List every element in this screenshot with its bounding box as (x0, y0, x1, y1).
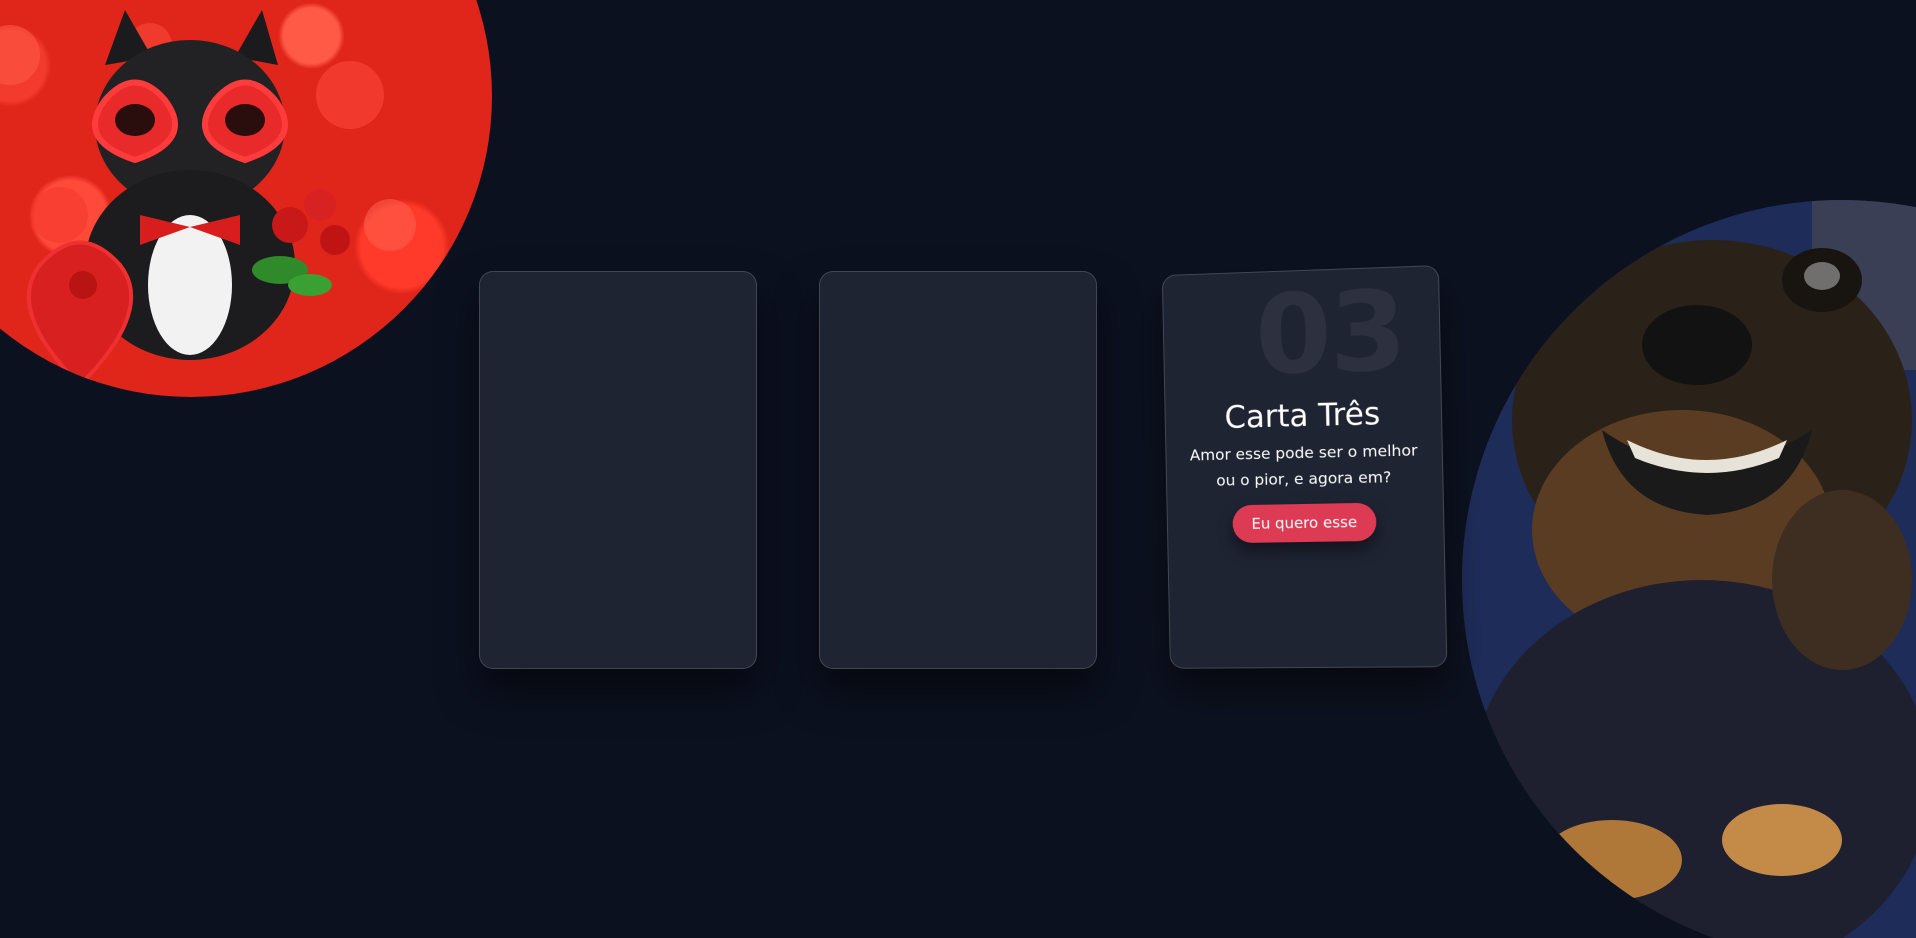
choose-card-button[interactable]: Eu quero esse (1232, 502, 1377, 544)
card-three[interactable]: 03 Carta Três Amor esse pode ser o melho… (1161, 265, 1448, 669)
valentine-dog-photo (0, 0, 492, 397)
smiling-dog-photo (1462, 200, 1916, 938)
smiling-dog-illustration (1462, 200, 1916, 938)
valentine-dog-illustration (0, 10, 416, 388)
card-content: Carta Três Amor esse pode ser o melhor o… (1165, 395, 1443, 544)
card-description: Amor esse pode ser o melhor ou o pior, e… (1189, 441, 1418, 490)
card-two[interactable] (819, 271, 1097, 669)
card-title: Carta Três (1224, 395, 1381, 436)
card-number: 03 (1254, 266, 1407, 400)
page: 03 Carta Três Amor esse pode ser o melho… (0, 0, 1916, 938)
card-one[interactable] (479, 271, 757, 669)
